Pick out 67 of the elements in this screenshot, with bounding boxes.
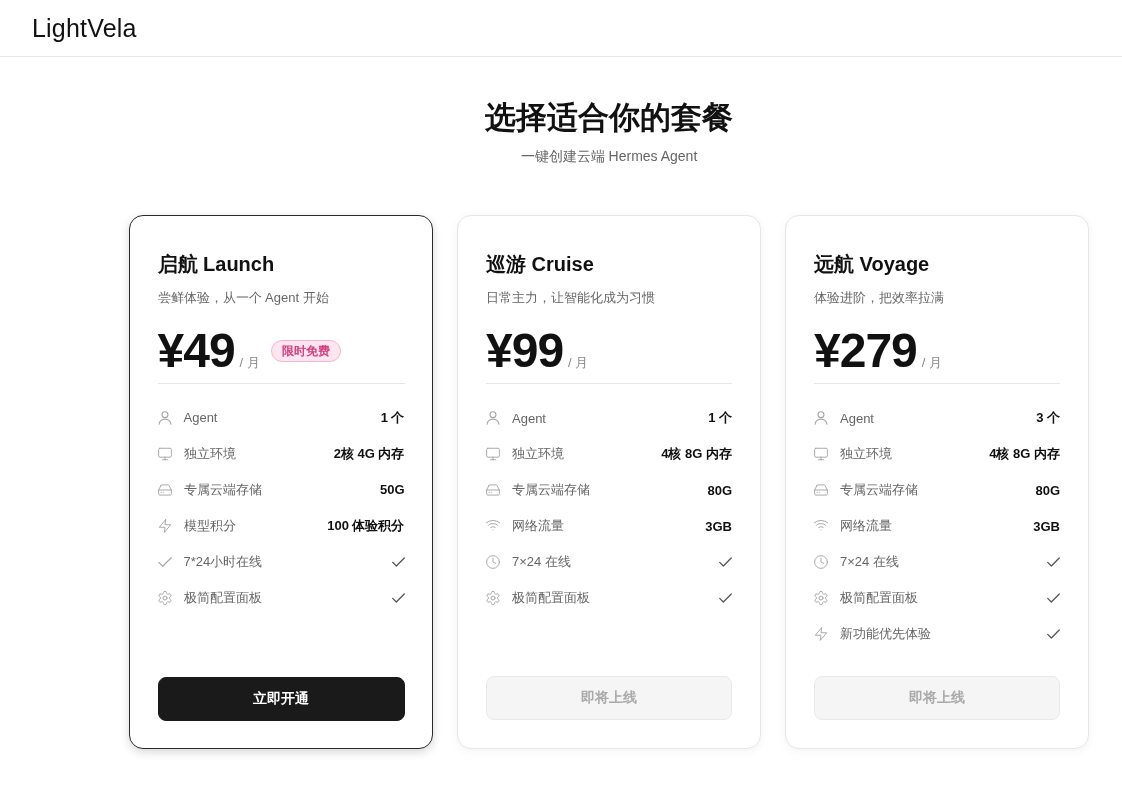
clock-icon	[814, 555, 828, 569]
feature-value: 50G	[379, 482, 405, 497]
feature-label: 专属云端存储	[183, 480, 262, 499]
feature-label: 新功能优先体验	[840, 625, 931, 643]
price-period: / 月	[239, 353, 260, 372]
page-subtitle: 一键创建云端 Hermes Agent	[520, 147, 698, 166]
feature-label: 7×24 在线	[512, 553, 571, 571]
feature-value: 4核 8G 内存	[661, 445, 732, 463]
drive-icon	[814, 483, 828, 497]
gear-icon	[157, 590, 172, 605]
user-icon	[814, 411, 828, 425]
monitor-icon	[157, 446, 172, 461]
price-amount: ¥49	[157, 326, 235, 375]
feature-value: 1 个	[380, 408, 405, 427]
feature-label: 独立环境	[512, 445, 564, 463]
plan-tagline: 尝鲜体验，从一个 Agent 开始	[157, 288, 330, 307]
feature-label: 极简配置面板	[183, 588, 262, 607]
feature-label: 专属云端存储	[512, 481, 590, 499]
drive-icon	[157, 482, 172, 497]
feature-label: 7*24小时在线	[183, 552, 263, 571]
user-icon	[486, 411, 500, 425]
plan-name: 启航 Launch	[157, 251, 276, 277]
feature-label: 网络流量	[512, 517, 564, 535]
gear-icon	[814, 591, 828, 605]
monitor-icon	[486, 447, 500, 461]
feature-value: 3GB	[1033, 518, 1060, 534]
check-icon	[157, 554, 172, 569]
feature-value: 2核 4G 内存	[333, 444, 405, 463]
feature-value: 4核 8G 内存	[989, 445, 1060, 463]
feature-label: Agent	[512, 410, 546, 426]
brand-logo[interactable]: LightVela	[32, 13, 137, 43]
drive-icon	[486, 483, 500, 497]
gear-icon	[486, 591, 500, 605]
subscribe-button[interactable]: 立即开通	[157, 676, 405, 721]
feature-value: 100 体验积分	[327, 516, 405, 535]
feature-label: 独立环境	[183, 444, 236, 463]
feature-value: 80G	[707, 482, 732, 498]
feature-label: 极简配置面板	[512, 589, 590, 607]
feature-value: 3 个	[1036, 409, 1060, 427]
monitor-icon	[814, 447, 828, 461]
plan-name: 远航 Voyage	[814, 252, 931, 277]
feature-value: 1 个	[708, 409, 732, 427]
feature-label: 网络流量	[840, 517, 892, 535]
feature-label: 独立环境	[840, 445, 892, 463]
lightning-icon	[814, 627, 828, 641]
wifi-icon	[814, 519, 828, 533]
price-period: / 月	[568, 354, 589, 372]
plan-tagline: 日常主力，让智能化成为习惯	[486, 289, 656, 307]
feature-label: Agent	[840, 410, 874, 426]
feature-value: 3GB	[705, 518, 732, 534]
feature-label: 模型积分	[183, 516, 236, 535]
plan-name: 巡游 Cruise	[486, 252, 595, 277]
feature-label: 极简配置面板	[840, 589, 918, 607]
feature-label: 专属云端存储	[840, 481, 918, 499]
lightning-icon	[157, 518, 172, 533]
price-amount: ¥279	[814, 327, 917, 375]
plan-tagline: 体验进阶，把效率拉满	[814, 289, 945, 307]
wifi-icon	[486, 519, 500, 533]
page-title: 选择适合你的套餐	[485, 99, 733, 137]
price-amount: ¥99	[486, 327, 564, 375]
promo-badge: 限时免费	[270, 339, 341, 362]
price-period: / 月	[921, 354, 942, 372]
feature-label: Agent	[183, 410, 218, 425]
user-icon	[157, 410, 172, 425]
feature-value: 80G	[1035, 482, 1060, 498]
clock-icon	[486, 555, 500, 569]
feature-label: 7×24 在线	[840, 553, 899, 571]
